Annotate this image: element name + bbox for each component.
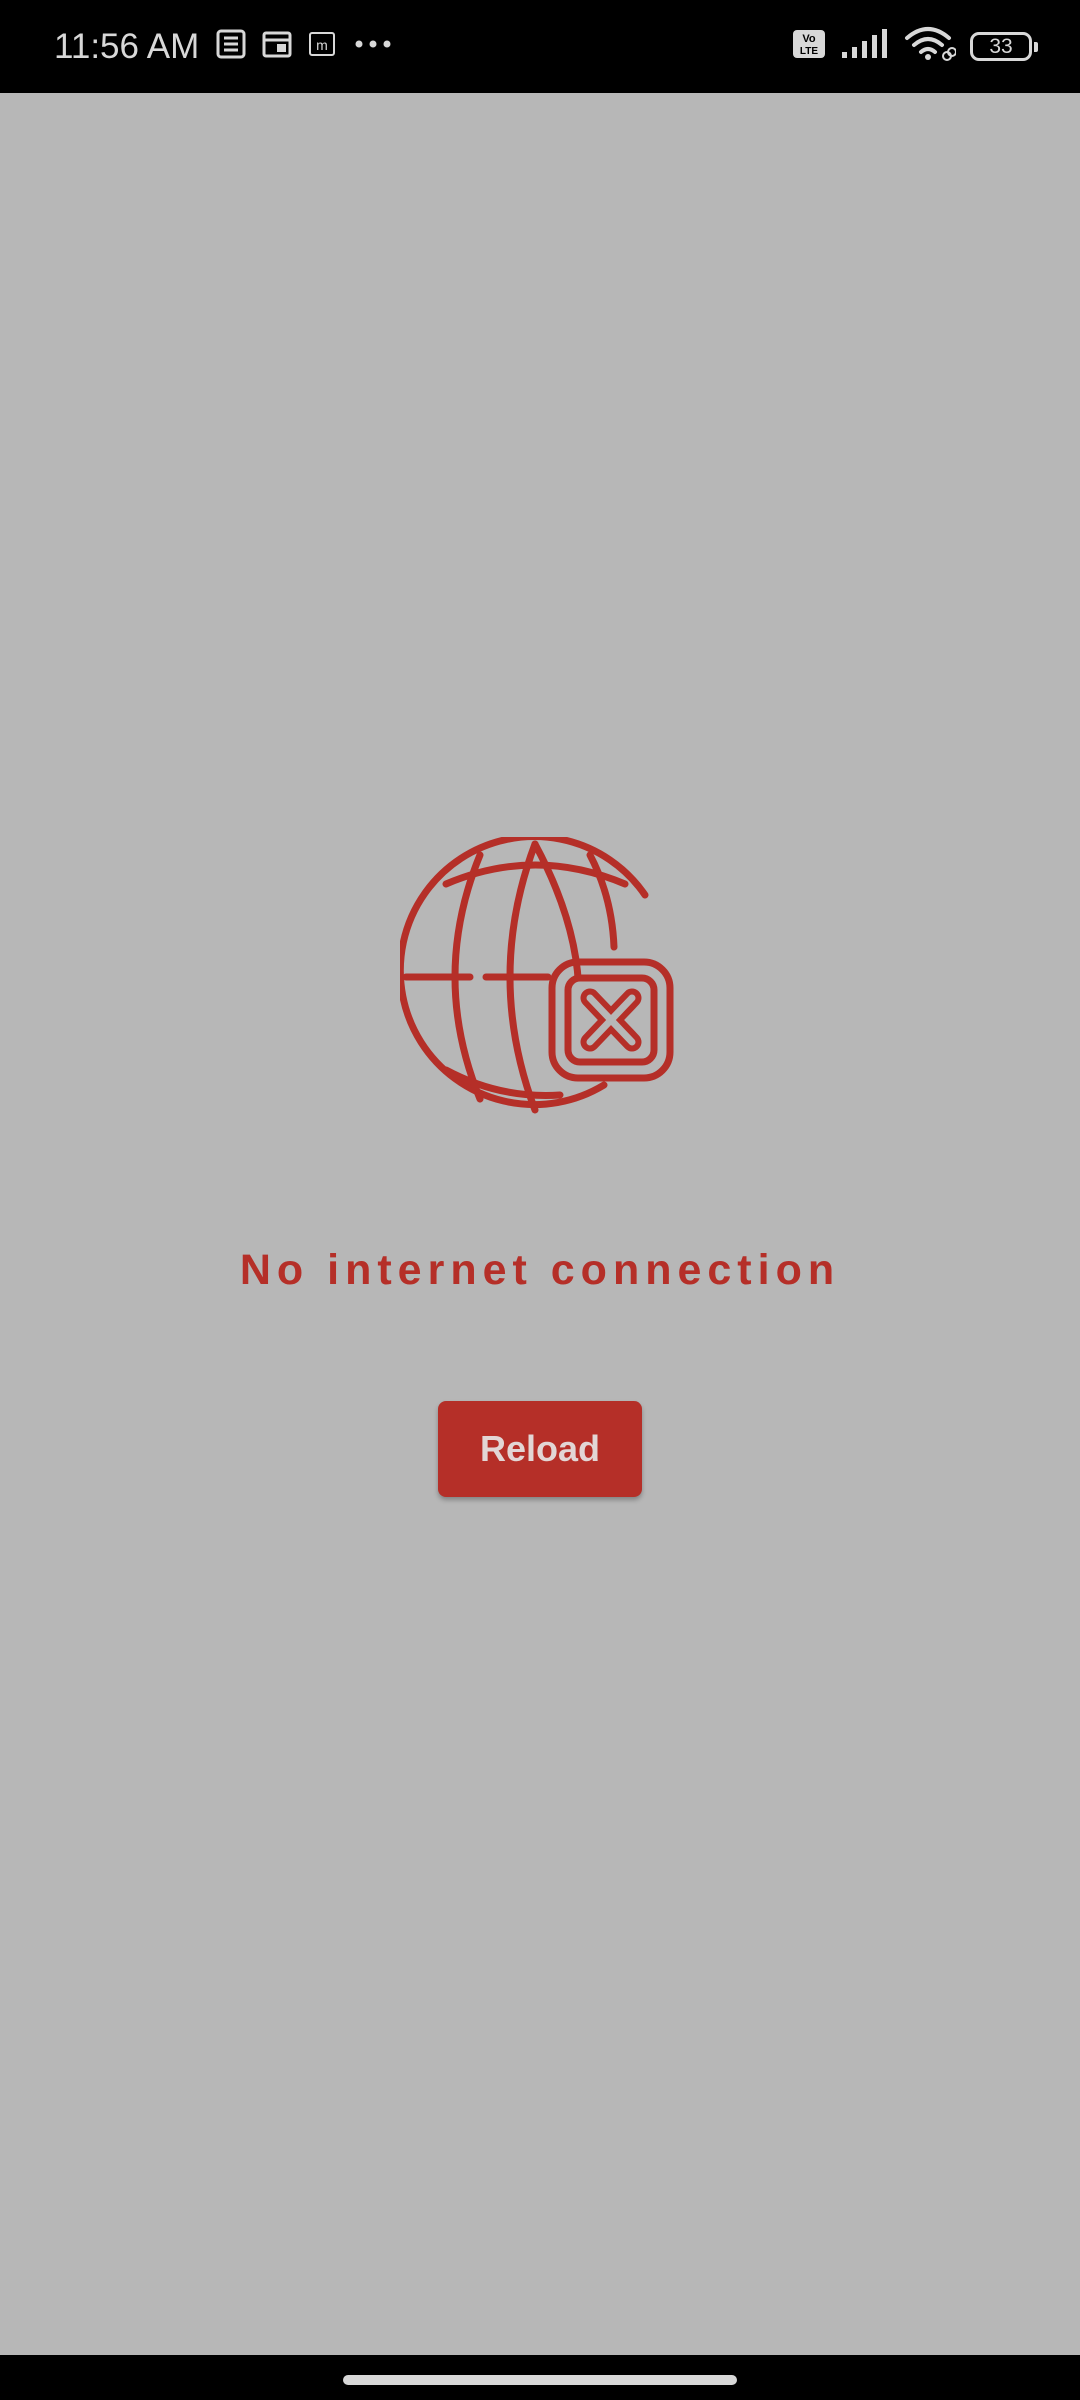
status-left: 11:56 AM m xyxy=(54,0,395,93)
news-icon xyxy=(215,28,247,65)
globe-no-connection-icon xyxy=(400,837,674,1114)
battery-icon: 33 xyxy=(970,32,1038,61)
status-time: 11:56 AM xyxy=(54,26,200,66)
status-right: Vo LTE 33 xyxy=(792,0,1040,93)
no-connection-message: No internet connection xyxy=(239,1246,841,1294)
error-screen xyxy=(0,93,1080,2355)
volte-icon: Vo LTE xyxy=(792,28,826,65)
wifi-icon xyxy=(904,26,957,67)
svg-text:Vo: Vo xyxy=(802,33,816,45)
more-dots-icon xyxy=(351,28,395,65)
reload-button[interactable]: Reload xyxy=(438,1401,642,1497)
navigation-bar xyxy=(0,2355,1080,2400)
m-app-icon: m xyxy=(307,29,337,64)
svg-text:m: m xyxy=(316,37,328,53)
signal-icon xyxy=(840,28,890,65)
calendar-icon xyxy=(261,28,293,65)
home-gesture-handle[interactable] xyxy=(343,2375,737,2385)
svg-text:LTE: LTE xyxy=(800,46,818,57)
battery-level: 33 xyxy=(989,34,1013,58)
status-bar: 11:56 AM m Vo LTE 33 xyxy=(0,0,1080,93)
